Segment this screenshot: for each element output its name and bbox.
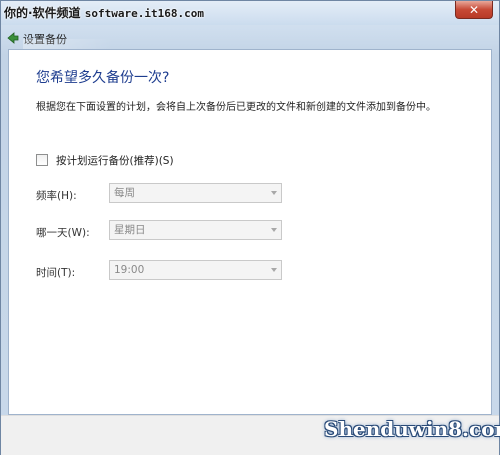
watermark-prefix: 你的·软件频道 bbox=[4, 6, 81, 20]
watermark-site: software.it168.com bbox=[84, 7, 204, 20]
frequency-select[interactable]: 每周 bbox=[109, 183, 282, 203]
time-value: 19:00 bbox=[114, 264, 145, 276]
navigation-bar: 设置备份 bbox=[1, 25, 499, 51]
dropdown-arrow-icon bbox=[271, 191, 277, 195]
setup-backup-window: 你的·软件频道 software.it168.com ✕ 设置备份 您希望多久备… bbox=[0, 0, 500, 455]
day-label: 哪一天(W): bbox=[36, 227, 90, 239]
day-select[interactable]: 星期日 bbox=[109, 220, 282, 240]
page-heading: 您希望多久备份一次? bbox=[36, 70, 170, 86]
schedule-checkbox[interactable] bbox=[36, 154, 48, 166]
time-label: 时间(T): bbox=[36, 267, 76, 279]
schedule-checkbox-label[interactable]: 按计划运行备份(推荐)(S) bbox=[56, 153, 174, 168]
time-select[interactable]: 19:00 bbox=[109, 260, 282, 280]
content-panel: 您希望多久备份一次? 根据您在下面设置的计划，会将自上次备份后已更改的文件和新创… bbox=[8, 49, 492, 415]
close-button[interactable]: ✕ bbox=[455, 1, 493, 19]
watermark-bottom: Shenduwin8.com bbox=[324, 417, 500, 441]
back-arrow-icon[interactable] bbox=[6, 31, 20, 45]
dropdown-arrow-icon bbox=[271, 228, 277, 232]
page-description: 根据您在下面设置的计划，会将自上次备份后已更改的文件和新创建的文件添加到备份中。 bbox=[36, 102, 436, 113]
frequency-label: 频率(H): bbox=[36, 190, 77, 202]
close-icon: ✕ bbox=[468, 2, 480, 17]
title-bar[interactable]: 你的·软件频道 software.it168.com ✕ bbox=[1, 1, 499, 25]
watermark-top: 你的·软件频道 software.it168.com bbox=[4, 4, 204, 21]
title-reflection bbox=[23, 39, 113, 49]
frequency-value: 每周 bbox=[114, 187, 135, 199]
day-value: 星期日 bbox=[114, 224, 146, 236]
dropdown-arrow-icon bbox=[271, 268, 277, 272]
schedule-checkbox-row[interactable]: 按计划运行备份(推荐)(S) bbox=[36, 153, 174, 167]
